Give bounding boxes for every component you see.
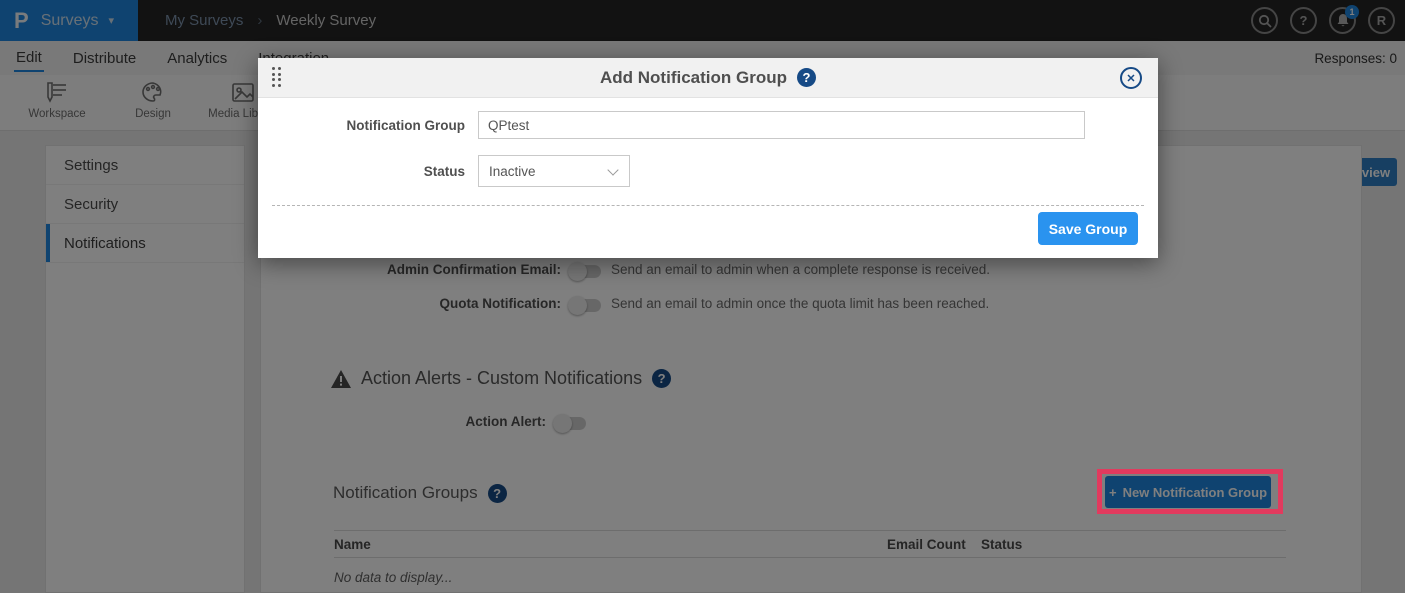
dialog-help-icon[interactable]: ?	[797, 68, 816, 87]
notification-group-input[interactable]	[478, 111, 1085, 139]
dialog-title: Add Notification Group	[600, 68, 787, 88]
app-window: P Surveys ▾ My Surveys › Weekly Survey ?	[0, 0, 1405, 593]
status-selected-value: Inactive	[489, 164, 536, 179]
drag-handle-icon[interactable]	[272, 67, 281, 87]
notification-group-label: Notification Group	[258, 118, 465, 133]
dialog-footer-divider	[272, 205, 1144, 206]
close-icon[interactable]: ✕	[1120, 67, 1142, 89]
status-select[interactable]: Inactive	[478, 155, 630, 187]
chevron-down-icon	[607, 164, 618, 175]
dialog-header: Add Notification Group ? ✕	[258, 58, 1158, 98]
add-notification-group-dialog: Add Notification Group ? ✕ Notification …	[258, 58, 1158, 258]
save-group-button[interactable]: Save Group	[1038, 212, 1138, 245]
annotation-highlight-box	[1097, 469, 1283, 514]
status-label: Status	[258, 164, 465, 179]
